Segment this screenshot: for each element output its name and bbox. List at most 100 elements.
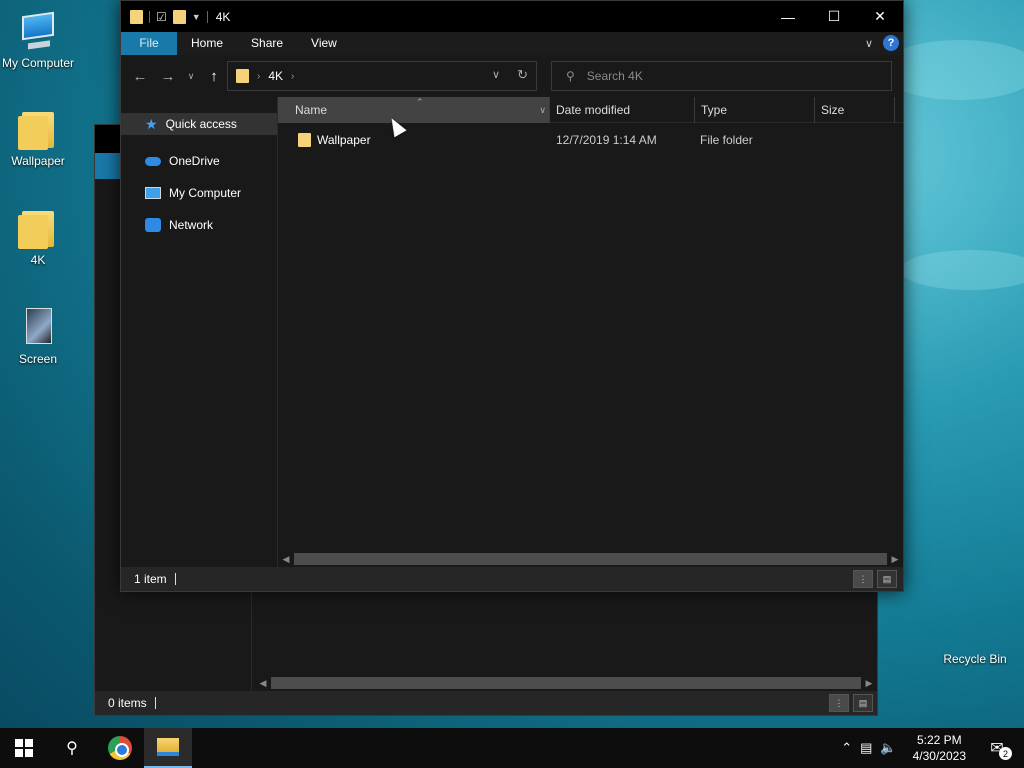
minimize-button[interactable]: — (765, 1, 811, 32)
navigation-bar: ← → ∨ ↑ › 4K › ∨ ↻ ⚲ Search 4K (121, 55, 903, 97)
nav-item-label: OneDrive (169, 154, 220, 168)
taskbar-chrome[interactable] (96, 728, 144, 768)
desktop-icon-label: 4K (30, 253, 46, 267)
status-bar: 0 items ⋮ ▤ (95, 691, 877, 715)
tab-view[interactable]: View (297, 32, 351, 55)
scroll-left-icon[interactable]: ◀ (255, 678, 271, 689)
tab-file[interactable]: File (121, 32, 177, 55)
scroll-thumb[interactable] (271, 677, 861, 689)
title-bar[interactable]: ☑ ▼ 4K — ☐ ✕ (121, 1, 903, 32)
desktop-icon-my-computer[interactable]: My Computer (0, 8, 76, 70)
recent-locations-icon[interactable]: ∨ (182, 71, 200, 82)
breadcrumb[interactable]: 4K (268, 69, 283, 83)
nav-item-network[interactable]: Network (121, 209, 277, 241)
search-icon: ⚲ (66, 740, 78, 757)
windows-logo-icon (15, 739, 33, 757)
search-button[interactable]: ⚲ (48, 728, 96, 768)
clock-time: 5:22 PM (916, 733, 962, 747)
properties-icon[interactable]: ☑ (156, 10, 167, 24)
desktop-icon-label: Screen (18, 352, 58, 366)
desktop-icon-screen[interactable]: Screen (0, 304, 76, 366)
background-wave (900, 250, 1024, 290)
tab-home[interactable]: Home (177, 32, 237, 55)
star-icon: ★ (145, 115, 158, 132)
refresh-icon[interactable]: ↻ (517, 67, 528, 83)
file-explorer-icon (157, 738, 179, 756)
desktop-icon-label: Recycle Bin (943, 652, 1007, 666)
status-bar: 1 item ⋮ ▤ (121, 567, 903, 591)
divider (206, 10, 208, 23)
show-hidden-icons-icon[interactable]: ⌃ (841, 740, 852, 756)
column-headers: ⌃ Name ∨ Date modified Type Size (278, 96, 903, 123)
nav-item-label: Network (169, 218, 214, 232)
large-icons-view-button[interactable]: ▤ (853, 694, 873, 712)
new-folder-icon[interactable] (172, 9, 186, 24)
taskbar-file-explorer[interactable] (144, 728, 192, 768)
tab-share[interactable]: Share (237, 32, 297, 55)
start-button[interactable] (0, 728, 48, 768)
folder-icon (18, 112, 54, 150)
status-item-count: 0 items (108, 696, 147, 710)
column-filter-chevron-icon[interactable]: ∨ (539, 97, 546, 123)
details-view-button[interactable]: ⋮ (829, 694, 849, 712)
large-icons-view-button[interactable]: ▤ (877, 570, 897, 588)
desktop-icon-wallpaper[interactable]: Wallpaper (0, 106, 76, 168)
network-icon (145, 218, 161, 232)
column-header-date-modified[interactable]: Date modified (550, 96, 695, 123)
file-date-modified: 12/7/2019 1:14 AM (556, 133, 657, 147)
scroll-thumb[interactable] (294, 553, 887, 565)
nav-item-onedrive[interactable]: OneDrive (121, 145, 277, 177)
column-header-size[interactable]: Size (815, 96, 895, 123)
folder-icon (236, 69, 249, 83)
chevron-right-icon[interactable]: › (291, 71, 294, 82)
table-row[interactable]: Wallpaper 12/7/2019 1:14 AM File folder (278, 129, 903, 151)
nav-item-my-computer[interactable]: My Computer (121, 177, 277, 209)
folder-icon (18, 211, 54, 249)
details-view-button[interactable]: ⋮ (853, 570, 873, 588)
forward-arrow-icon[interactable]: → (154, 68, 182, 85)
chrome-icon (108, 736, 132, 760)
nav-item-label: My Computer (169, 186, 242, 200)
computer-icon (145, 187, 161, 199)
expand-ribbon-icon[interactable]: ∨ (865, 37, 873, 50)
status-divider (174, 573, 176, 585)
search-input[interactable]: ⚲ Search 4K (551, 61, 892, 91)
scroll-left-icon[interactable]: ◀ (278, 554, 294, 565)
explorer-window[interactable]: ☑ ▼ 4K — ☐ ✕ File Home Share View ∨ ? ← … (120, 0, 904, 592)
status-item-count: 1 item (134, 572, 167, 586)
status-divider (154, 697, 156, 709)
chevron-right-icon[interactable]: › (257, 71, 260, 82)
help-icon[interactable]: ? (883, 35, 899, 51)
taskbar: ⚲ ⌃ ▤ 🔈 5:22 PM 4/30/2023 ✉ 2 (0, 728, 1024, 768)
scroll-right-icon[interactable]: ▶ (887, 554, 903, 565)
close-button[interactable]: ✕ (857, 1, 903, 32)
column-label: Name (295, 102, 328, 117)
file-list: ⌃ Name ∨ Date modified Type Size Wallpap… (278, 96, 903, 567)
divider (149, 10, 150, 23)
address-bar[interactable]: › 4K › ∨ ↻ (227, 61, 537, 91)
column-header-name[interactable]: ⌃ Name ∨ (278, 96, 550, 123)
nav-item-quick-access[interactable]: ★ Quick access (121, 113, 277, 135)
window-title: 4K (215, 9, 231, 24)
desktop-icon-recycle-bin[interactable]: Recycle Bin (937, 652, 1013, 666)
clock[interactable]: 5:22 PM 4/30/2023 (905, 732, 974, 764)
horizontal-scrollbar[interactable]: ◀ ▶ (255, 675, 877, 691)
navigation-pane: ★ Quick access OneDrive My Computer Netw… (121, 97, 278, 567)
address-dropdown-icon[interactable]: ∨ (492, 68, 500, 81)
desktop-icon-4k[interactable]: 4K (0, 205, 76, 267)
image-folder-icon (26, 308, 52, 344)
maximize-button[interactable]: ☐ (811, 1, 857, 32)
up-arrow-icon[interactable]: ↑ (200, 68, 228, 85)
back-arrow-icon[interactable]: ← (126, 68, 154, 85)
customize-quick-access-icon[interactable]: ▼ (192, 12, 201, 22)
volume-icon[interactable]: 🔈 (880, 740, 896, 756)
column-header-type[interactable]: Type (695, 96, 815, 123)
network-status-icon[interactable]: ▤ (860, 740, 872, 756)
scroll-right-icon[interactable]: ▶ (861, 678, 877, 689)
desktop-icon-label: Wallpaper (11, 154, 65, 168)
ribbon-tabs: File Home Share View ∨ ? (121, 32, 903, 55)
folder-icon (130, 9, 143, 24)
horizontal-scrollbar[interactable]: ◀ ▶ (278, 551, 903, 567)
cloud-icon (145, 156, 161, 166)
action-center-button[interactable]: ✉ 2 (982, 736, 1012, 760)
